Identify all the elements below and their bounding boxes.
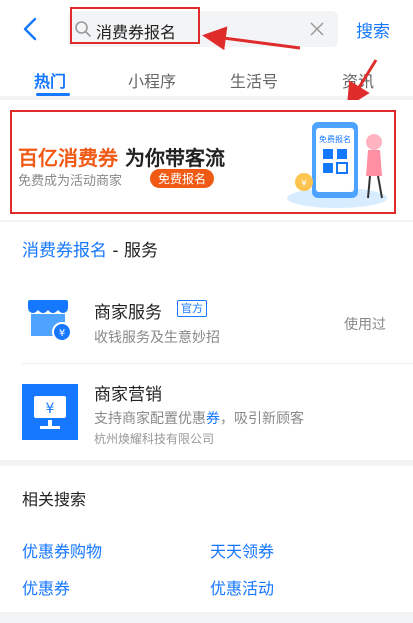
shop-icon: ¥ xyxy=(28,300,72,342)
related-search-item[interactable]: 天天领券 xyxy=(210,538,274,562)
tab-news[interactable]: 资讯 xyxy=(342,68,374,92)
item-company: 杭州焕耀科技有限公司 xyxy=(94,432,215,446)
tab-hot[interactable]: 热门 xyxy=(34,68,66,92)
promo-banner[interactable]: 百亿消费券 为你带客流 免费成为活动商家 免费报名 免费报名 ¥ xyxy=(10,110,396,214)
tab-life-accounts[interactable]: 生活号 xyxy=(230,68,278,92)
back-arrow-icon[interactable] xyxy=(18,16,44,42)
free-signup-badge[interactable]: 免费报名 xyxy=(150,169,215,188)
marketing-icon: ¥ xyxy=(22,384,78,440)
svg-text:¥: ¥ xyxy=(46,401,55,417)
tab-mini-programs[interactable]: 小程序 xyxy=(128,68,176,92)
used-label: 使用过 xyxy=(344,317,386,333)
svg-text:¥: ¥ xyxy=(59,328,65,339)
related-search-item[interactable]: 优惠券购物 xyxy=(22,538,102,562)
related-search-item[interactable]: 优惠券 xyxy=(22,575,70,599)
related-search-item[interactable]: 优惠活动 xyxy=(210,575,274,599)
item-name-merchant-marketing[interactable]: 商家营销 xyxy=(94,380,162,405)
search-button[interactable]: 搜索 xyxy=(356,17,390,42)
banner-illustration: 免费报名 ¥ xyxy=(287,122,387,208)
item-desc-merchant-service: 收钱服务及生意妙招 xyxy=(94,330,220,346)
item-desc-merchant-marketing: 支持商家配置优惠券，吸引新顾客 xyxy=(94,411,304,427)
banner-title: 百亿消费券 为你带客流 xyxy=(18,146,225,170)
item-name-merchant-service[interactable]: 商家服务 xyxy=(94,298,162,323)
clear-icon[interactable] xyxy=(308,20,326,38)
svg-text:¥: ¥ xyxy=(301,179,307,189)
related-search-title: 相关搜索 xyxy=(22,490,87,509)
official-tag: 官方 xyxy=(177,300,207,317)
tab-bar: 热门 小程序 生活号 资讯 xyxy=(0,62,413,96)
poster-label: 免费报名 xyxy=(319,134,351,144)
banner-subtitle: 免费成为活动商家 xyxy=(18,174,123,189)
search-header: 消费券报名 搜索 热门 小程序 生活号 资讯 xyxy=(0,0,413,96)
item-divider xyxy=(22,363,413,364)
annotation-highlight-box xyxy=(70,7,200,44)
service-section-title: 消费券报名 - 服务 xyxy=(22,241,158,261)
active-tab-indicator xyxy=(36,93,70,96)
section-title-link[interactable]: 消费券报名 xyxy=(22,241,107,261)
